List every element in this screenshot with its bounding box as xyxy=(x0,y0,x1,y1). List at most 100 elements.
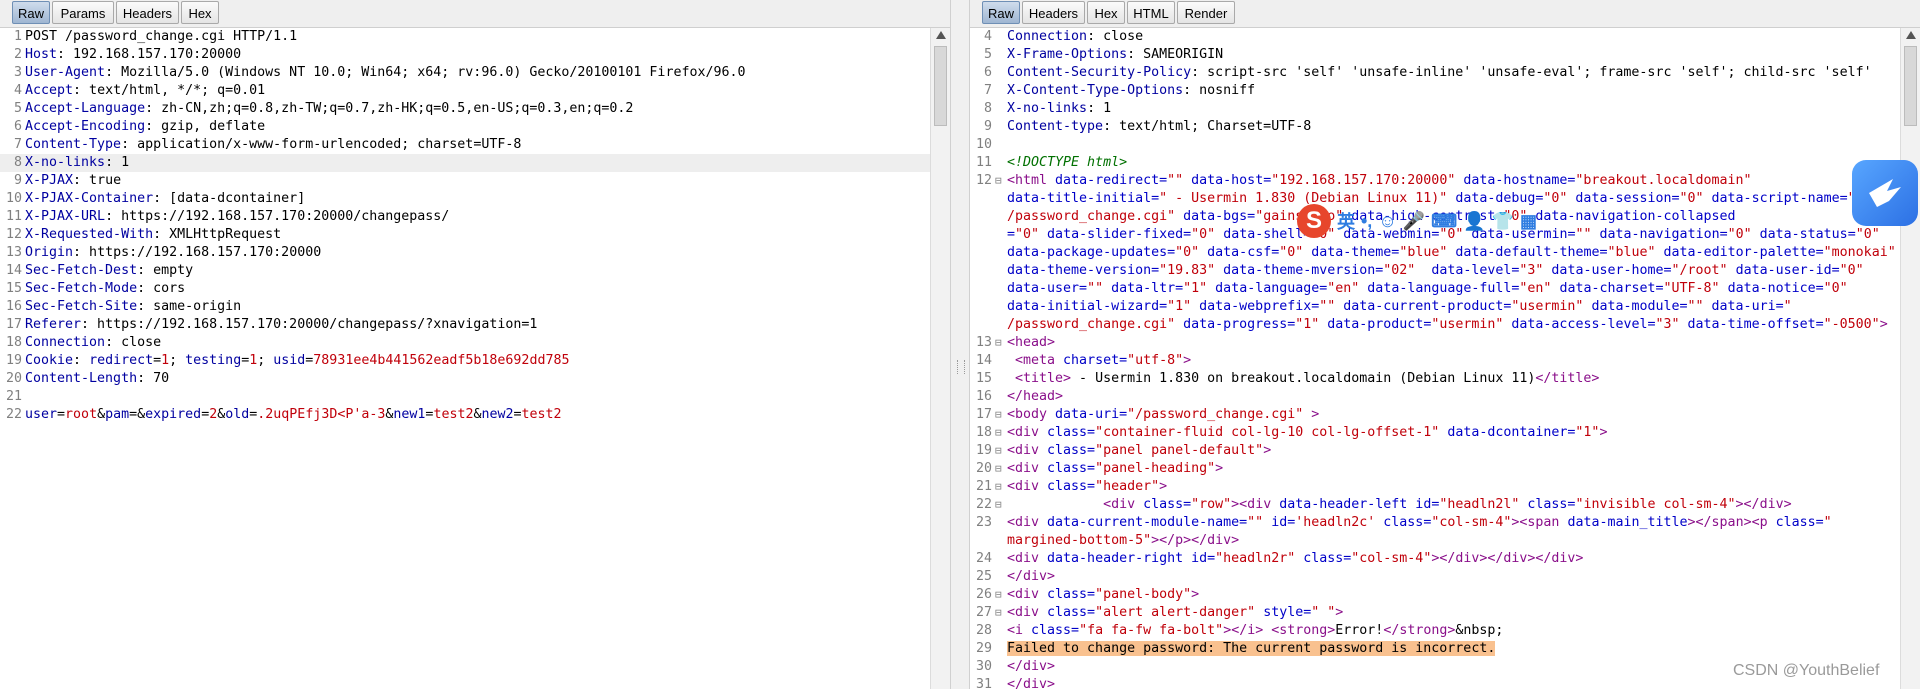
ime-language-toggle[interactable]: 英 xyxy=(1337,208,1355,234)
code-token: class= xyxy=(1775,515,1824,530)
fold-toggle-icon[interactable]: ⊟ xyxy=(995,442,1007,460)
code-token: </title> xyxy=(1535,371,1600,386)
code-token: data-current-product= xyxy=(1335,299,1512,314)
code-token: pam xyxy=(105,407,130,422)
sogou-logo-icon[interactable]: S xyxy=(1297,204,1331,238)
code-token: & xyxy=(97,407,106,422)
code-token: " xyxy=(1783,299,1792,314)
line-number: 30 xyxy=(975,659,992,674)
code-token: data-hostname= xyxy=(1455,173,1576,188)
fold-toggle-icon[interactable]: ⊟ xyxy=(995,604,1007,622)
code-token: "blue" xyxy=(1607,245,1656,260)
code-token: &nbsp; xyxy=(1455,623,1504,638)
fold-toggle-icon[interactable]: ⊟ xyxy=(995,406,1007,424)
code-token: "1" xyxy=(1295,317,1320,332)
tab-response-html[interactable]: HTML xyxy=(1127,1,1175,24)
fold-toggle-icon[interactable]: ⊟ xyxy=(995,478,1007,496)
ime-emoji-icon[interactable]: ☺ xyxy=(1378,211,1396,232)
code-token: "col-sm-4" xyxy=(1431,515,1512,530)
code-token: user xyxy=(25,407,58,422)
code-line: 10 xyxy=(970,136,1900,154)
fold-toggle-icon[interactable]: ⊟ xyxy=(995,172,1007,190)
code-token: data-package-updates= xyxy=(1007,245,1176,260)
line-number: 9 xyxy=(13,173,22,188)
request-scrollbar[interactable] xyxy=(930,28,950,689)
code-line: 12 ⊟ <html data-redirect="" data-host="192… xyxy=(970,172,1900,190)
code-token: data-user-id= xyxy=(1727,263,1840,278)
code-token: > xyxy=(1159,479,1168,494)
scroll-up-arrow-icon[interactable] xyxy=(936,31,946,39)
response-editor[interactable]: 4 Connection: close 5 X-Frame-Options: SAME… xyxy=(970,28,1900,689)
ime-voice-icon[interactable]: 🎤 xyxy=(1403,211,1425,232)
tab-request-headers[interactable]: Headers xyxy=(116,1,179,24)
tab-response-headers[interactable]: Headers xyxy=(1022,1,1085,24)
code-line: 11 X-PJAX-URL: https://192.168.157.170:20… xyxy=(0,208,930,226)
ime-user-icon[interactable]: 👤 xyxy=(1463,211,1485,232)
response-scrollbar[interactable] xyxy=(1900,28,1920,689)
code-token: data-main_title xyxy=(1567,515,1688,530)
code-token: data-editor-palette= xyxy=(1655,245,1824,260)
tab-request-params[interactable]: Params xyxy=(52,1,114,24)
ime-keyboard-icon[interactable]: ⌨ xyxy=(1431,211,1457,232)
tab-response-raw[interactable]: Raw xyxy=(982,1,1020,24)
ime-punctuation-icon[interactable]: •, xyxy=(1361,211,1372,232)
line-number: 18 xyxy=(5,335,22,350)
code-token: > xyxy=(1183,353,1192,368)
code-token: data-user-home= xyxy=(1543,263,1672,278)
splitter-grip[interactable] xyxy=(957,360,965,374)
fold-toggle-icon[interactable]: ⊟ xyxy=(995,460,1007,478)
code-token: class= xyxy=(1047,605,1096,620)
code-token: X-PJAX-URL xyxy=(25,209,106,224)
code-token: X-PJAX xyxy=(25,173,74,188)
line-number: 17 xyxy=(975,407,992,422)
code-token: "0" xyxy=(1175,245,1200,260)
code-token: data-language-full= xyxy=(1359,281,1520,296)
code-token: data-header-left id= xyxy=(1279,497,1440,512)
code-token: "0" xyxy=(1839,263,1864,278)
scroll-thumb[interactable] xyxy=(934,46,947,126)
line-number: 8 xyxy=(13,155,22,170)
code-token: data-level= xyxy=(1415,263,1520,278)
tab-request-hex[interactable]: Hex xyxy=(181,1,219,24)
code-token: "panel-body" xyxy=(1095,587,1192,602)
code-token: : SAMEORIGIN xyxy=(1127,47,1224,62)
tab-response-hex[interactable]: Hex xyxy=(1087,1,1125,24)
request-tabbar: Raw Params Headers Hex xyxy=(0,0,950,28)
code-token: ><span xyxy=(1511,515,1568,530)
line-number: 12 xyxy=(975,173,992,188)
code-token: "container-fluid col-lg-10 col-lg-offset… xyxy=(1095,425,1440,440)
scroll-thumb[interactable] xyxy=(1904,46,1917,126)
code-token: "/root" xyxy=(1671,263,1728,278)
pane-splitter[interactable] xyxy=(950,0,970,689)
ime-toolbox-icon[interactable]: ▦ xyxy=(1520,211,1537,232)
fold-toggle-icon[interactable]: ⊟ xyxy=(995,586,1007,604)
floating-bird-icon[interactable] xyxy=(1852,160,1918,226)
code-token: redirect xyxy=(89,353,154,368)
fold-toggle-icon[interactable]: ⊟ xyxy=(995,334,1007,352)
fold-toggle-icon[interactable]: ⊟ xyxy=(995,424,1007,442)
line-number: 26 xyxy=(975,587,992,602)
scroll-up-arrow-icon[interactable] xyxy=(1906,31,1916,39)
code-token: /password_change.cgi" xyxy=(1007,317,1176,332)
line-number: 24 xyxy=(975,551,992,566)
code-token: X-Frame-Options xyxy=(1007,47,1128,62)
code-token: Cookie xyxy=(25,353,74,368)
code-token: "invisible col-sm-4" xyxy=(1575,497,1736,512)
line-number: 3 xyxy=(13,65,22,80)
code-token: "" xyxy=(1575,227,1592,242)
tab-request-raw[interactable]: Raw xyxy=(12,1,50,24)
code-token: </strong> xyxy=(1383,623,1456,638)
fold-toggle-icon[interactable]: ⊟ xyxy=(995,496,1007,514)
code-token: : close xyxy=(1087,29,1144,44)
tab-response-render[interactable]: Render xyxy=(1177,1,1235,24)
request-editor[interactable]: 1 POST /password_change.cgi HTTP/1.1 2 Host… xyxy=(0,28,930,689)
code-token: ></div></div></div> xyxy=(1431,551,1584,566)
code-token: "" xyxy=(1167,173,1184,188)
code-token: : nosniff xyxy=(1183,83,1256,98)
ime-skin-icon[interactable]: 👕 xyxy=(1492,211,1514,232)
code-line: 5 Accept-Language: zh-CN,zh;q=0.8,zh-TW;q… xyxy=(0,100,930,118)
line-number: 20 xyxy=(5,371,22,386)
code-token: <div xyxy=(1007,497,1144,512)
code-line: 8 X-no-links: 1 xyxy=(970,100,1900,118)
line-number: 7 xyxy=(983,83,992,98)
